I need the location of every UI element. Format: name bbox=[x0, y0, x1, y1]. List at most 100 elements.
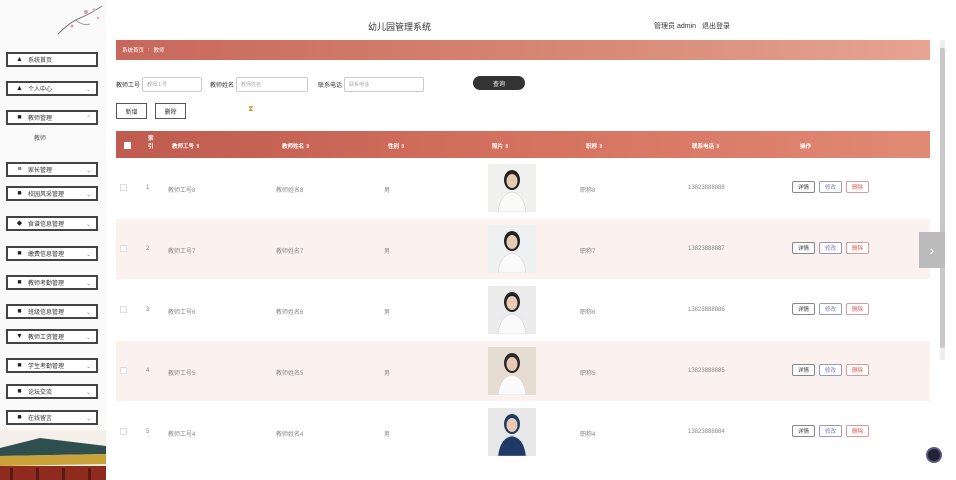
chevron-down-icon: ⌄ bbox=[85, 222, 91, 228]
sidebar-item-1[interactable]: ▲ 个人中心 ⌄ bbox=[6, 81, 98, 96]
chevron-down-icon: ⌄ bbox=[85, 281, 91, 287]
table-row: 1 教师工号8 教师姓名8 男 职称8 13823888888 详情 修改 删除 bbox=[116, 158, 930, 218]
money-icon: ▼ bbox=[16, 333, 23, 340]
col-phone[interactable]: 联系电话 ⇕ bbox=[692, 142, 720, 150]
cell-gender: 男 bbox=[384, 371, 391, 377]
sidebar-item-10[interactable]: ■ 学生考勤管理 ⌄ bbox=[6, 358, 98, 373]
search-button[interactable]: 查询 bbox=[473, 76, 525, 90]
delete-button[interactable]: 删除 bbox=[846, 364, 870, 376]
list-icon: ≡ bbox=[17, 166, 22, 173]
cell-gender: 男 bbox=[384, 188, 391, 194]
detail-button[interactable]: 详情 bbox=[792, 242, 816, 254]
grid-icon: ■ bbox=[17, 308, 22, 315]
add-button[interactable]: 新增 bbox=[116, 103, 147, 119]
grid-icon: ■ bbox=[17, 190, 22, 197]
cell-title: 职称4 bbox=[580, 432, 596, 438]
teacher-photo bbox=[488, 286, 536, 334]
cell-title: 职称8 bbox=[580, 188, 596, 194]
edit-button[interactable]: 修改 bbox=[819, 303, 843, 315]
pin-icon: ⧗ bbox=[248, 104, 254, 113]
delete-button[interactable]: 删除 bbox=[846, 425, 870, 437]
sidebar-item-2[interactable]: ■ 教师管理 ⌃ bbox=[6, 110, 98, 125]
row-checkbox[interactable] bbox=[120, 184, 127, 191]
table-header: 索引 教师工号 ⇕ 教师姓名 ⇕ 性别 ⇕ 照片 ⇕ 职称 ⇕ 联系电话 ⇕ 操… bbox=[116, 131, 930, 158]
sidebar-item-label: 教师考勤管理 bbox=[28, 281, 65, 287]
breadcrumb-home[interactable]: 系统首页 bbox=[122, 46, 144, 54]
teacher-photo bbox=[488, 164, 536, 212]
sidebar-item-label: 个人中心 bbox=[28, 87, 53, 93]
phone-input[interactable]: 联系电话 bbox=[344, 76, 425, 92]
chevron-down-icon: ⌄ bbox=[85, 192, 91, 198]
sidebar-item-3[interactable]: ≡ 家长管理 ⌄ bbox=[6, 162, 98, 177]
cell-teacher-name: 教师姓名7 bbox=[276, 249, 304, 255]
palace-illustration bbox=[0, 430, 106, 480]
edit-button[interactable]: 修改 bbox=[819, 242, 843, 254]
card-icon: ■ bbox=[17, 250, 22, 257]
sidebar-item-4[interactable]: ■ 校园风采管理 ⌄ bbox=[6, 186, 98, 201]
detail-button[interactable]: 详情 bbox=[792, 303, 816, 315]
search-row: 教师工号 教师工号 教师姓名 教师姓名 联系电话 联系电话 bbox=[116, 75, 425, 93]
edit-button[interactable]: 修改 bbox=[819, 181, 843, 193]
col-title[interactable]: 职称 ⇕ bbox=[586, 142, 603, 150]
row-checkbox[interactable] bbox=[120, 306, 127, 313]
teacher-name-label: 教师姓名 bbox=[210, 82, 235, 89]
sidebar-item-label: 在线留言 bbox=[28, 416, 53, 422]
cell-phone: 13823888888 bbox=[688, 185, 725, 191]
col-gender[interactable]: 性别 ⇕ bbox=[388, 142, 405, 150]
admin-label: 管理员 admin bbox=[654, 23, 697, 30]
col-teacher-no[interactable]: 教师工号 ⇕ bbox=[172, 142, 200, 150]
sidebar-item-0[interactable]: ▲ 系统首页 bbox=[6, 52, 98, 67]
cell-teacher-no: 教师工号4 bbox=[168, 432, 196, 438]
sidebar: ▲ 系统首页 ▲ 个人中心 ⌄ ■ 教师管理 ⌃ ≡ 家长管理 ⌄ ■ 校园风采管理 ⌄ ◆ 食谱信息管理 ⌄ ■… bbox=[0, 0, 106, 480]
forum-icon: ■ bbox=[17, 388, 22, 395]
row-actions: 详情 修改 删除 bbox=[792, 242, 870, 254]
sidebar-item-label: 论坛交流 bbox=[28, 390, 53, 396]
chevron-down-icon: ⌄ bbox=[85, 335, 91, 341]
edit-button[interactable]: 修改 bbox=[819, 364, 843, 376]
sidebar-item-9[interactable]: ▼ 教师工资管理 ⌄ bbox=[6, 329, 98, 344]
cell-phone: 13823888885 bbox=[688, 368, 725, 374]
cell-title: 职称5 bbox=[580, 371, 596, 377]
delete-button[interactable]: 删除 bbox=[846, 181, 870, 193]
sidebar-item-7[interactable]: ■ 教师考勤管理 ⌄ bbox=[6, 275, 98, 290]
sidebar-item-label: 学生考勤管理 bbox=[28, 364, 65, 370]
chevron-right-icon[interactable]: › bbox=[919, 232, 945, 268]
sidebar-item-8[interactable]: ■ 班级信息管理 ⌄ bbox=[6, 304, 98, 319]
cell-teacher-no: 教师工号6 bbox=[168, 310, 196, 316]
detail-button[interactable]: 详情 bbox=[792, 425, 816, 437]
row-index: 2 bbox=[146, 246, 150, 252]
cell-title: 职称6 bbox=[580, 310, 596, 316]
teacher-photo bbox=[488, 347, 536, 395]
delete-button[interactable]: 删除 bbox=[846, 242, 870, 254]
row-checkbox[interactable] bbox=[120, 245, 127, 252]
user-area: 管理员 admin 退出登录 bbox=[654, 21, 736, 31]
cell-gender: 男 bbox=[384, 432, 391, 438]
sidebar-item-12[interactable]: ■ 在线留言 ⌄ bbox=[6, 410, 98, 425]
teacher-no-input[interactable]: 教师工号 bbox=[142, 76, 203, 92]
col-photo[interactable]: 照片 ⇕ bbox=[492, 142, 509, 150]
ticket-icon: ■ bbox=[17, 362, 22, 369]
teacher-photo bbox=[488, 225, 536, 273]
floating-chat-button[interactable] bbox=[926, 447, 942, 463]
row-actions: 详情 修改 删除 bbox=[792, 181, 870, 193]
scrollbar-thumb[interactable] bbox=[940, 48, 945, 348]
sidebar-item-6[interactable]: ■ 缴费信息管理 ⌄ bbox=[6, 246, 98, 261]
sidebar-item-11[interactable]: ■ 论坛交流 ⌄ bbox=[6, 384, 98, 399]
select-all-checkbox[interactable] bbox=[124, 142, 131, 149]
detail-button[interactable]: 详情 bbox=[792, 364, 816, 376]
col-teacher-name[interactable]: 教师姓名 ⇕ bbox=[282, 142, 310, 150]
teacher-name-input[interactable]: 教师姓名 bbox=[236, 76, 309, 92]
submenu-teacher[interactable]: 教师 bbox=[34, 133, 46, 142]
row-checkbox[interactable] bbox=[120, 428, 127, 435]
system-title: 幼儿园管理系统 bbox=[368, 22, 432, 32]
row-checkbox[interactable] bbox=[120, 367, 127, 374]
detail-button[interactable]: 详情 bbox=[792, 181, 816, 193]
sidebar-item-5[interactable]: ◆ 食谱信息管理 ⌄ bbox=[6, 216, 98, 231]
cell-gender: 男 bbox=[384, 310, 391, 316]
logout-link[interactable]: 退出登录 bbox=[702, 23, 730, 30]
edit-button[interactable]: 修改 bbox=[819, 425, 843, 437]
user-icon: ▲ bbox=[16, 85, 23, 92]
delete-button[interactable]: 删除 bbox=[846, 303, 870, 315]
batch-delete-button[interactable]: 删除 bbox=[155, 103, 186, 119]
breadcrumb: 系统首页 : 教师 bbox=[116, 40, 930, 60]
